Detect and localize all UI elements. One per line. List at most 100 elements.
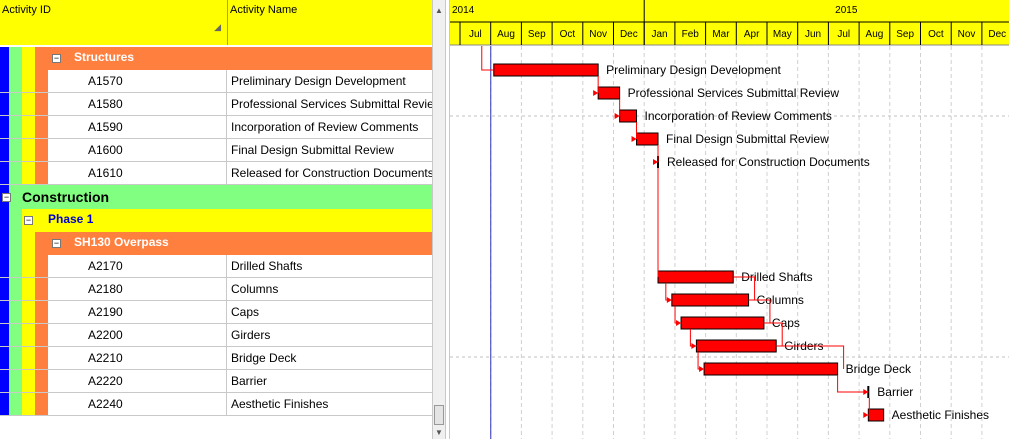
activity-bar	[671, 293, 750, 307]
link-arrow	[691, 343, 697, 349]
activity-name-cell: Girders	[231, 328, 271, 342]
bar-label: Final Design Submittal Review	[666, 132, 829, 146]
month-label: Jul	[469, 29, 482, 40]
overpass-activity-list: A2170 Drilled Shafts A2180 Columns A2190…	[0, 255, 432, 416]
wbs-level-strip	[9, 162, 22, 184]
wbs-level-strip	[9, 370, 22, 392]
activity-name-cell: Bridge Deck	[231, 351, 297, 365]
year-label: 2014	[452, 5, 475, 16]
activity-row[interactable]: A2210 Bridge Deck	[0, 347, 432, 370]
scrollbar-thumb[interactable]	[434, 405, 444, 425]
bar-label: Released for Construction Documents	[667, 155, 870, 169]
activity-id-cell: A2170	[48, 255, 227, 277]
wbs-level-strip	[35, 370, 48, 392]
dependency-link	[697, 352, 705, 370]
wbs-level-strip	[35, 255, 48, 277]
activity-name-cell: Professional Services Submittal Review	[231, 97, 443, 111]
month-label: May	[773, 29, 792, 40]
month-label: Jul	[837, 29, 850, 40]
wbs-level-strip	[35, 70, 48, 92]
wbs-level-strip	[9, 324, 22, 346]
wbs-level-strip	[0, 162, 9, 184]
activity-row[interactable]: A1590 Incorporation of Review Comments	[0, 116, 432, 139]
wbs-label: Structures	[74, 50, 135, 64]
month-label: Oct	[560, 29, 576, 40]
activity-id-cell: A2200	[48, 324, 227, 346]
activity-row[interactable]: A2170 Drilled Shafts	[0, 255, 432, 278]
wbs-level-strip	[35, 324, 48, 346]
collapse-toggle-icon[interactable]: −	[52, 54, 61, 63]
wbs-level-strip	[22, 255, 35, 277]
wbs-level-strip	[22, 232, 35, 255]
wbs-row-structures[interactable]: − Structures	[0, 47, 432, 70]
activity-name-cell: Released for Construction Documents	[231, 166, 434, 180]
wbs-level-strip	[22, 70, 35, 92]
activity-id-cell: A2220	[48, 370, 227, 392]
link-arrow	[863, 412, 869, 418]
month-label: Dec	[620, 29, 638, 40]
activity-bar	[695, 339, 777, 353]
bar-label: Bridge Deck	[846, 362, 912, 376]
wbs-level-strip	[22, 370, 35, 392]
activity-name-cell: Final Design Submittal Review	[231, 143, 394, 157]
wbs-level-strip	[22, 278, 35, 300]
bar-label: Preliminary Design Development	[606, 63, 781, 77]
wbs-row-construction[interactable]: − Construction	[0, 185, 432, 209]
wbs-label: Phase 1	[48, 212, 94, 226]
wbs-level-strip	[9, 347, 22, 369]
activity-row[interactable]: A1580 Professional Services Submittal Re…	[0, 93, 442, 116]
collapse-toggle-icon[interactable]: −	[2, 193, 11, 202]
activity-bar	[703, 362, 839, 376]
activity-row[interactable]: A2220 Barrier	[0, 370, 432, 393]
wbs-level-strip	[0, 209, 9, 232]
activity-row[interactable]: A1600 Final Design Submittal Review	[0, 139, 432, 162]
bar-label: Incorporation of Review Comments	[645, 109, 832, 123]
wbs-row-phase-1[interactable]: − Phase 1	[0, 209, 432, 232]
link-arrow	[699, 366, 705, 372]
activity-bar	[619, 109, 638, 123]
scroll-down-arrow-icon[interactable]: ▼	[435, 428, 443, 437]
bar-label: Professional Services Submittal Review	[628, 86, 840, 100]
wbs-level-strip	[0, 93, 9, 115]
wbs-level-strip	[9, 393, 22, 415]
month-label: Nov	[589, 29, 607, 40]
activity-row[interactable]: A1610 Released for Construction Document…	[0, 162, 434, 185]
link-arrow	[593, 90, 599, 96]
wbs-level-strip	[9, 301, 22, 323]
activity-bar	[657, 270, 734, 284]
activity-id-column-header[interactable]: Activity ID ◢	[0, 0, 228, 45]
activity-row[interactable]: A2200 Girders	[0, 324, 432, 347]
wbs-level-strip	[0, 232, 9, 255]
activity-bar	[493, 63, 599, 77]
wbs-level-strip	[35, 393, 48, 415]
activity-name-column-header[interactable]: Activity Name	[228, 0, 432, 45]
month-label: Mar	[712, 29, 730, 40]
wbs-level-strip	[9, 209, 22, 232]
wbs-row-sh130-overpass[interactable]: − SH130 Overpass	[0, 232, 432, 255]
activity-id-cell: A2190	[48, 301, 227, 323]
wbs-level-strip	[0, 370, 9, 392]
month-label: Sep	[896, 29, 914, 40]
activity-row[interactable]: A2180 Columns	[0, 278, 432, 301]
month-label: Aug	[866, 29, 884, 40]
scroll-up-arrow-icon[interactable]: ▲	[435, 6, 443, 15]
collapse-toggle-icon[interactable]: −	[52, 239, 61, 248]
collapse-toggle-icon[interactable]: −	[24, 216, 33, 225]
wbs-level-strip	[22, 47, 35, 70]
sort-indicator-icon[interactable]: ◢	[214, 22, 221, 33]
bar-label: Aesthetic Finishes	[892, 408, 989, 422]
wbs-level-strip	[35, 278, 48, 300]
activity-name-cell: Drilled Shafts	[231, 259, 303, 273]
activity-row[interactable]: A2190 Caps	[0, 301, 432, 324]
activity-id-cell: A1600	[48, 139, 227, 161]
activity-id-cell: A1570	[48, 70, 227, 92]
activity-row[interactable]: A1570 Preliminary Design Development	[0, 70, 432, 93]
vertical-scrollbar[interactable]: ▲ ▼	[432, 0, 445, 439]
activity-row[interactable]: A2240 Aesthetic Finishes	[0, 393, 432, 416]
activity-bar	[867, 408, 885, 422]
link-arrow	[614, 113, 620, 119]
activity-bar	[636, 132, 659, 146]
activity-bar	[597, 86, 621, 100]
wbs-label: Construction	[22, 189, 110, 205]
wbs-level-strip	[22, 93, 35, 115]
